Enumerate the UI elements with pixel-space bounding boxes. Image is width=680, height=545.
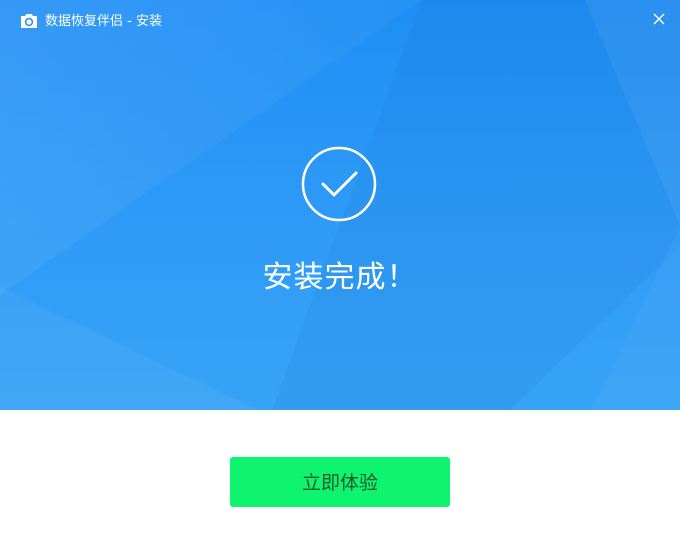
hero-banner: 数据恢复伴侣 - 安装 安装完成！ [0,0,680,410]
install-complete-text: 安装完成！ [262,260,418,295]
close-icon [653,10,665,29]
window-title: 数据恢复伴侣 - 安装 [45,14,162,29]
installer-window: 数据恢复伴侣 - 安装 安装完成！ 立即体验 [0,0,680,545]
footer: 立即体验 [0,410,680,545]
title-bar[interactable]: 数据恢复伴侣 - 安装 [0,0,680,44]
check-circle-icon [301,146,377,222]
close-button[interactable] [648,8,670,30]
try-now-button[interactable]: 立即体验 [230,457,450,507]
camera-icon [20,13,38,29]
